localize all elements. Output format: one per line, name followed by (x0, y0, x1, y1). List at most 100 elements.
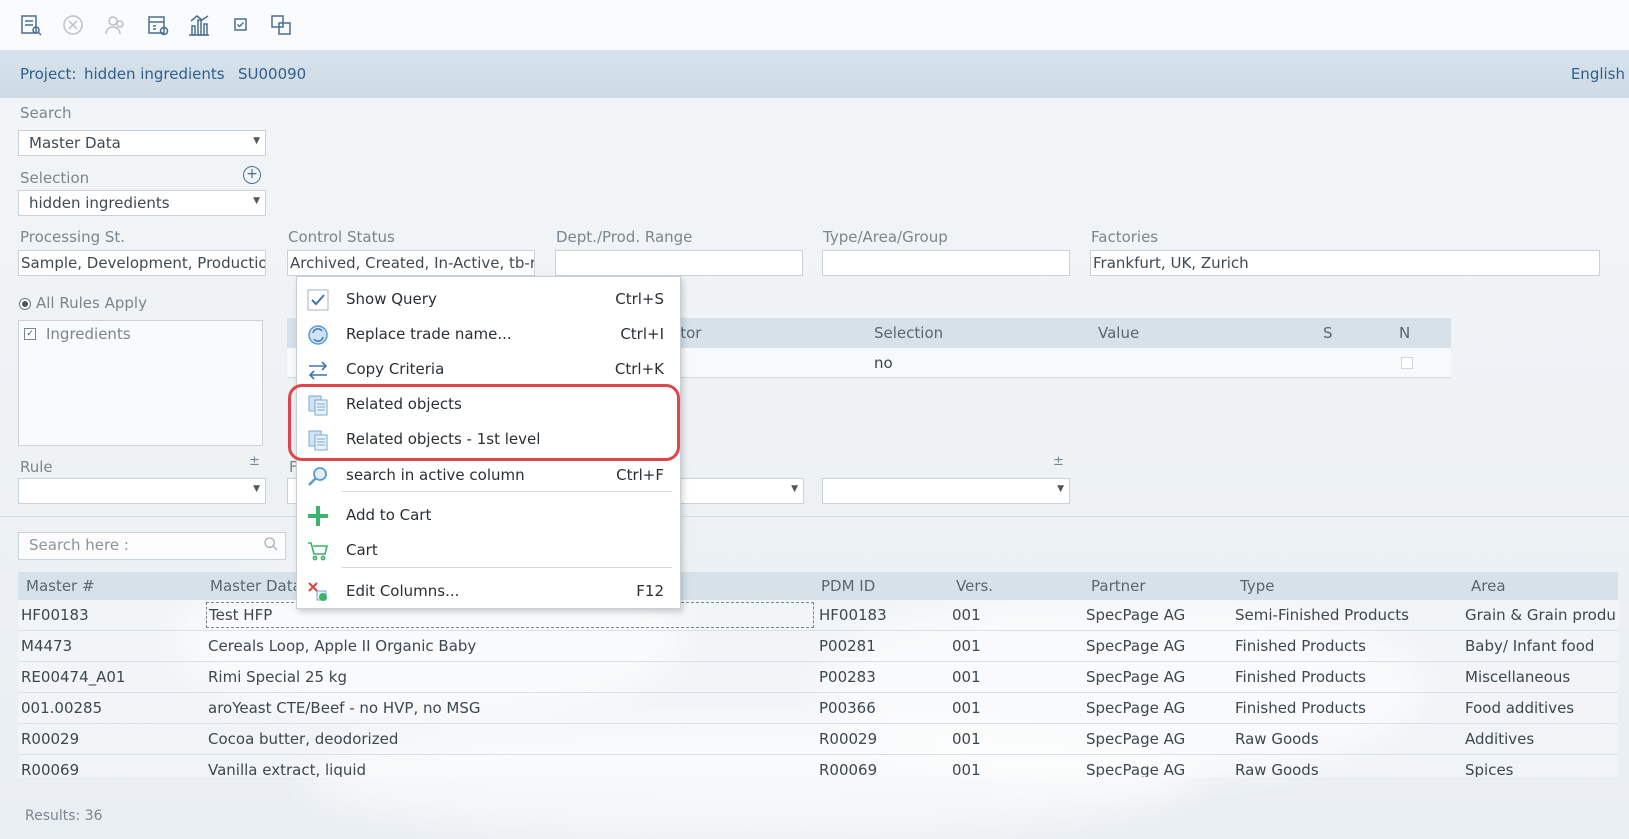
chevron-down-icon: ▼ (253, 196, 260, 206)
menu-item-show-query[interactable]: Show Query Ctrl+S (297, 282, 680, 316)
cell-master: 001.00285 (21, 699, 103, 717)
rules-list: ✓ Ingredients (18, 320, 263, 446)
value-plusminus-icon[interactable]: ± (1053, 454, 1064, 469)
cell-version: 001 (952, 637, 981, 655)
cell-master: R00069 (21, 761, 80, 777)
cell-master-data: Cocoa butter, deodorized (208, 730, 399, 748)
col-version[interactable]: Vers. (956, 577, 993, 595)
factories-label: Factories (1091, 228, 1159, 246)
cell-version: 001 (952, 606, 981, 624)
project-code: SU00090 (238, 65, 307, 83)
cell-type: Raw Goods (1235, 730, 1319, 748)
col-master-data[interactable]: Master Data (210, 577, 302, 595)
rule-plusminus-icon[interactable]: ± (249, 454, 260, 469)
table-row[interactable]: M4473 Cereals Loop, Apple II Organic Bab… (18, 631, 1618, 662)
menu-item-shortcut: Ctrl+F (616, 466, 664, 484)
edit-columns-icon (305, 579, 331, 605)
add-selection-icon[interactable]: + (243, 166, 261, 184)
chevron-down-icon: ▼ (253, 136, 260, 146)
cell-master-data: Rimi Special 25 kg (208, 668, 348, 686)
menu-item-label: search in active column (346, 466, 525, 484)
rule-checkbox[interactable]: ✓ (24, 328, 36, 340)
copy-icon[interactable] (268, 12, 294, 38)
control-status-field[interactable]: Archived, Created, In-Active, tb-re (287, 250, 535, 276)
menu-separator (342, 567, 672, 568)
cancel-icon[interactable] (60, 12, 86, 38)
menu-item-cart[interactable]: Cart (297, 533, 680, 567)
rule-label: Rule (20, 458, 53, 476)
col-pdm-id[interactable]: PDM ID (821, 577, 875, 595)
processing-status-field[interactable]: Sample, Development, Production (18, 250, 266, 276)
menu-item-replace-trade-name[interactable]: Replace trade name... Ctrl+I (297, 317, 680, 351)
calendar-settings-icon[interactable] (145, 12, 171, 38)
search-icon[interactable] (263, 536, 279, 556)
col-master-number[interactable]: Master # (26, 577, 95, 595)
project-bar: Project: hidden ingredients SU00090 Engl… (0, 50, 1629, 98)
project-name[interactable]: hidden ingredients (84, 65, 225, 83)
rule-item-label[interactable]: Ingredients (46, 325, 131, 343)
menu-item-shortcut: Ctrl+K (614, 360, 664, 378)
criteria-col-s: S (1323, 324, 1333, 342)
cell-master: RE00474_A01 (21, 668, 126, 686)
users-icon[interactable] (102, 12, 128, 38)
cell-area: Grain & Grain produ (1465, 606, 1616, 624)
grid-search-input[interactable]: Search here : (18, 532, 286, 560)
cell-version: 001 (952, 668, 981, 686)
type-area-group-label: Type/Area/Group (823, 228, 948, 246)
all-rules-label: All Rules Apply (36, 294, 147, 312)
col-type[interactable]: Type (1240, 577, 1274, 595)
cell-master: M4473 (21, 637, 73, 655)
cell-partner: SpecPage AG (1086, 668, 1186, 686)
menu-item-edit-columns[interactable]: Edit Columns... F12 (297, 574, 680, 608)
factories-field[interactable]: Frankfurt, UK, Zurich (1090, 250, 1600, 276)
menu-item-label: Show Query (346, 290, 437, 308)
cell-type: Finished Products (1235, 668, 1366, 686)
cell-master-data: aroYeast CTE/Beef - no HVP, no MSG (208, 699, 481, 717)
grid-search-placeholder: Search here : (29, 536, 129, 554)
all-rules-radio[interactable] (19, 298, 31, 310)
table-row[interactable]: HF00183 Test HFP HF00183 001 SpecPage AG… (18, 600, 1618, 631)
control-status-label: Control Status (288, 228, 395, 246)
rule-select[interactable]: ▼ (18, 478, 266, 504)
criteria-col-n: N (1399, 324, 1411, 342)
search-select[interactable]: Master Data ▼ (18, 130, 266, 156)
table-row[interactable]: R00029 Cocoa butter, deodorized R00029 0… (18, 724, 1618, 755)
table-row[interactable]: R00069 Vanilla extract, liquid R00069 00… (18, 755, 1618, 777)
table-row[interactable]: 001.00285 aroYeast CTE/Beef - no HVP, no… (18, 693, 1618, 724)
value-select[interactable]: ▼ (822, 478, 1070, 504)
selection-select[interactable]: hidden ingredients ▼ (18, 190, 266, 216)
query-list-icon[interactable] (18, 12, 44, 38)
checkbox-icon[interactable] (228, 12, 254, 38)
menu-item-add-to-cart[interactable]: Add to Cart (297, 498, 680, 532)
cell-area: Miscellaneous (1465, 668, 1571, 686)
col-area[interactable]: Area (1471, 577, 1506, 595)
search-select-value: Master Data (29, 134, 121, 152)
cell-area: Additives (1465, 730, 1535, 748)
col-partner[interactable]: Partner (1091, 577, 1146, 595)
checkmark-icon (305, 287, 331, 313)
menu-item-copy-criteria[interactable]: Copy Criteria Ctrl+K (297, 352, 680, 386)
menu-item-shortcut: Ctrl+S (615, 290, 664, 308)
chart-icon[interactable] (186, 12, 212, 38)
cell-area: Baby/ Infant food (1465, 637, 1595, 655)
selection-select-value: hidden ingredients (29, 194, 170, 212)
transfer-arrows-icon (305, 357, 331, 383)
dept-range-field[interactable] (555, 250, 803, 276)
menu-item-label: Cart (346, 541, 378, 559)
menu-item-label: Replace trade name... (346, 325, 512, 343)
menu-item-search-active-column[interactable]: search in active column Ctrl+F (297, 458, 680, 492)
language-selector[interactable]: English (1571, 65, 1625, 83)
table-row[interactable]: RE00474_A01 Rimi Special 25 kg P00283 00… (18, 662, 1618, 693)
cart-icon (305, 538, 331, 564)
highlight-annotation (288, 384, 680, 461)
type-area-group-field[interactable] (822, 250, 1070, 276)
criteria-col-value: Value (1098, 324, 1140, 342)
cell-pdm: P00281 (819, 637, 876, 655)
chevron-down-icon: ▼ (1057, 484, 1064, 494)
criteria-col-selection: Selection (874, 324, 944, 342)
cell-type: Finished Products (1235, 637, 1366, 655)
grid-header: Master # Master Data PDM ID Vers. Partne… (18, 572, 1618, 600)
cell-pdm: HF00183 (819, 606, 887, 624)
cell-version: 001 (952, 761, 981, 777)
criteria-n-checkbox[interactable] (1401, 357, 1413, 369)
